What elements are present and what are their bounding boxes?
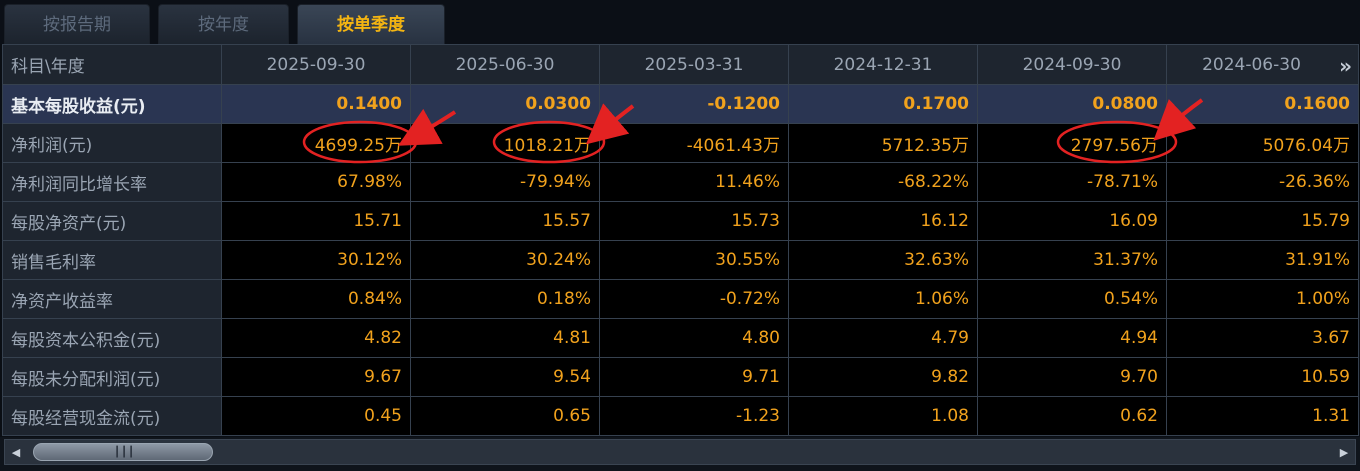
table-cell: 4.94: [977, 318, 1167, 358]
table-cell: -79.94%: [410, 162, 600, 202]
row-label: 净资产收益率: [2, 279, 222, 319]
period-header: 2024-09-30: [977, 44, 1167, 85]
table-cell: -0.72%: [599, 279, 789, 319]
table-cell: 0.1700: [788, 84, 978, 124]
period-header: 2025-09-30: [221, 44, 411, 85]
tab-by-report-period[interactable]: 按报告期: [4, 4, 150, 44]
table-cell: 9.67: [221, 357, 411, 397]
table-cell: 2797.56万: [977, 123, 1167, 163]
table-cell: 1.00%: [1166, 279, 1359, 319]
double-chevron-right-icon[interactable]: »: [1339, 54, 1352, 78]
table-cell: 9.71: [599, 357, 789, 397]
period-header: 2024-06-30: [1202, 54, 1301, 75]
table-cell: -4061.43万: [599, 123, 789, 163]
table-cell: 0.54%: [977, 279, 1167, 319]
table-cell: 3.67: [1166, 318, 1359, 358]
table-cell: 1.31: [1166, 396, 1359, 436]
table-cell: 0.65: [410, 396, 600, 436]
table-cell: -1.23: [599, 396, 789, 436]
table-cell: 1.06%: [788, 279, 978, 319]
arrow-right-icon[interactable]: ▶: [1335, 445, 1353, 461]
table-cell: 0.45: [221, 396, 411, 436]
table-cell: 30.12%: [221, 240, 411, 280]
table-row: 每股净资产(元) 15.71 15.57 15.73 16.12 16.09 15.79: [2, 201, 1359, 241]
table-cell: 1018.21万: [410, 123, 600, 163]
table-cell: 1.08: [788, 396, 978, 436]
table-cell: 5712.35万: [788, 123, 978, 163]
scrollbar-thumb[interactable]: ┃┃┃: [33, 443, 213, 461]
table-cell: 32.63%: [788, 240, 978, 280]
table-cell: 15.73: [599, 201, 789, 241]
table-cell: 15.57: [410, 201, 600, 241]
table-row: 净利润(元) 4699.25万 1018.21万 -4061.43万 5712.35万 2…: [2, 123, 1359, 163]
financial-table: 科目\年度 2025-09-30 2025-06-30 2025-03-31 2…: [2, 44, 1359, 436]
table-cell: 0.84%: [221, 279, 411, 319]
table-row: 销售毛利率 30.12% 30.24% 30.55% 32.63% 31.37% 31.91…: [2, 240, 1359, 280]
tab-by-year[interactable]: 按年度: [158, 4, 289, 44]
table-cell: 4.80: [599, 318, 789, 358]
table-cell: 9.82: [788, 357, 978, 397]
table-cell: 16.12: [788, 201, 978, 241]
table-header-row: 科目\年度 2025-09-30 2025-06-30 2025-03-31 2…: [2, 44, 1359, 85]
table-cell: -26.36%: [1166, 162, 1359, 202]
period-header-last: 2024-06-30 »: [1166, 44, 1359, 85]
table-cell: 0.18%: [410, 279, 600, 319]
table-cell: 4699.25万: [221, 123, 411, 163]
table-cell: 0.0300: [410, 84, 600, 124]
table-row: 净利润同比增长率 67.98% -79.94% 11.46% -68.22% -78.71…: [2, 162, 1359, 202]
tab-by-quarter[interactable]: 按单季度: [297, 4, 445, 44]
table-row: 每股未分配利润(元) 9.67 9.54 9.71 9.82 9.70 10.59: [2, 357, 1359, 397]
table-cell: -0.1200: [599, 84, 789, 124]
row-label: 每股经营现金流(元): [2, 396, 222, 436]
row-label: 基本每股收益(元): [2, 84, 222, 124]
row-label: 销售毛利率: [2, 240, 222, 280]
period-header: 2024-12-31: [788, 44, 978, 85]
period-header: 2025-06-30: [410, 44, 600, 85]
table-cell: 67.98%: [221, 162, 411, 202]
table-row: 每股经营现金流(元) 0.45 0.65 -1.23 1.08 0.62 1.31: [2, 396, 1359, 436]
row-label: 每股未分配利润(元): [2, 357, 222, 397]
row-label: 净利润(元): [2, 123, 222, 163]
table-cell: 16.09: [977, 201, 1167, 241]
table-cell: 31.37%: [977, 240, 1167, 280]
period-header: 2025-03-31: [599, 44, 789, 85]
table-cell: 10.59: [1166, 357, 1359, 397]
table-row: 每股资本公积金(元) 4.82 4.81 4.80 4.79 4.94 3.67: [2, 318, 1359, 358]
table-cell: 15.79: [1166, 201, 1359, 241]
row-label: 净利润同比增长率: [2, 162, 222, 202]
table-cell: 30.24%: [410, 240, 600, 280]
table-cell: 0.1600: [1166, 84, 1359, 124]
table-cell: 30.55%: [599, 240, 789, 280]
table-cell: 9.54: [410, 357, 600, 397]
table-cell: 15.71: [221, 201, 411, 241]
table-cell: 4.81: [410, 318, 600, 358]
tab-bar: 按报告期 按年度 按单季度: [0, 0, 1360, 44]
grip-icon: ┃┃┃: [114, 447, 136, 458]
table-cell: -68.22%: [788, 162, 978, 202]
table-cell: 5076.04万: [1166, 123, 1359, 163]
row-label: 每股资本公积金(元): [2, 318, 222, 358]
table-cell: 11.46%: [599, 162, 789, 202]
table-cell: 0.0800: [977, 84, 1167, 124]
table-cell: -78.71%: [977, 162, 1167, 202]
scrollbar-track[interactable]: ◀ ┃┃┃ ▶: [4, 439, 1356, 465]
row-label: 每股净资产(元): [2, 201, 222, 241]
table-cell: 31.91%: [1166, 240, 1359, 280]
table-cell: 4.82: [221, 318, 411, 358]
arrow-left-icon[interactable]: ◀: [7, 445, 25, 461]
horizontal-scrollbar[interactable]: ◀ ┃┃┃ ▶: [0, 437, 1360, 471]
table-cell: 9.70: [977, 357, 1167, 397]
table-cell: 0.62: [977, 396, 1167, 436]
table-row: 基本每股收益(元) 0.1400 0.0300 -0.1200 0.1700 0.0800…: [2, 84, 1359, 124]
table-cell: 0.1400: [221, 84, 411, 124]
table-row: 净资产收益率 0.84% 0.18% -0.72% 1.06% 0.54% 1.00%: [2, 279, 1359, 319]
corner-header: 科目\年度: [2, 44, 222, 85]
table-cell: 4.79: [788, 318, 978, 358]
